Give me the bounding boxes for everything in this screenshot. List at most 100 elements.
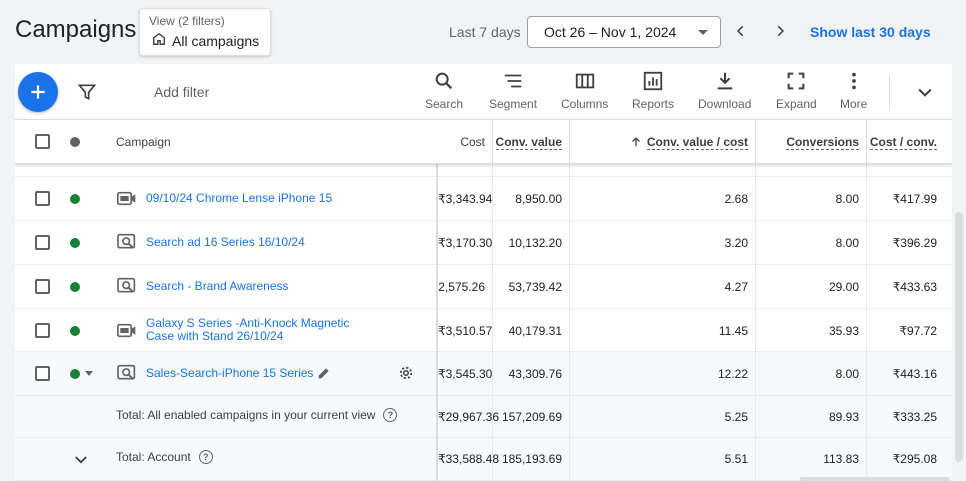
show-last-30-days-link[interactable]: Show last 30 days [810, 24, 931, 40]
cost-conv-cell: ₹417.99 [892, 192, 937, 206]
campaign-name-link[interactable]: Sales-Search-iPhone 15 Series [146, 367, 313, 380]
total-view-label: Total: All enabled campaigns in your cur… [116, 408, 376, 422]
conversions-cell: 8.00 [835, 192, 859, 206]
cost-conv-column-header[interactable]: Cost / conv. [867, 120, 937, 164]
help-icon[interactable]: ? [198, 450, 213, 464]
total-row-view: Total: All enabled campaigns in your cur… [15, 396, 952, 438]
search-campaign-icon [117, 233, 137, 256]
total-account-label: Total: Account [116, 450, 191, 464]
reports-tool-button[interactable]: Reports [632, 70, 674, 111]
table-row[interactable]: Search ad 16 Series 16/10/24 ₹3,170.30 1… [15, 221, 952, 265]
total-cost-cell: ₹29,967.36 [438, 410, 500, 424]
help-icon[interactable]: ? [383, 408, 398, 422]
total-cost-cell: ₹33,588.48 [438, 452, 500, 466]
total-conv-value-cell: 157,209.69 [501, 410, 562, 424]
table-row-partial [15, 164, 952, 177]
table-row[interactable]: 09/10/24 Chrome Lense iPhone 15 ₹3,343.9… [15, 177, 952, 221]
chevron-down-icon [918, 88, 932, 97]
add-filter-button[interactable]: Add filter [154, 84, 209, 100]
row-checkbox[interactable] [35, 191, 50, 206]
campaign-name-link[interactable]: Search ad 16 Series 16/10/24 [146, 236, 305, 249]
gear-icon[interactable] [397, 364, 415, 387]
toolbar-divider [889, 76, 890, 110]
column-divider [492, 164, 493, 481]
conversions-column-header[interactable]: Conversions [756, 120, 859, 164]
cost-column-header[interactable]: Cost [436, 120, 485, 164]
campaign-name-link[interactable]: 09/10/24 Chrome Lense iPhone 15 [146, 192, 332, 205]
conv-value-cell: 43,309.76 [508, 367, 562, 381]
campaign-name-link[interactable]: Search - Brand Awareness [146, 280, 289, 293]
row-checkbox[interactable] [35, 235, 50, 250]
conv-value-cost-cell: 12.22 [717, 367, 748, 381]
total-cost-conv-cell: ₹333.25 [892, 410, 937, 424]
page-header: Campaigns View (2 filters) All campaigns… [0, 0, 966, 64]
conv-value-cost-cell: 11.45 [718, 324, 748, 338]
conv-value-column-header[interactable]: Conv. value [493, 120, 562, 164]
cost-conv-cell: ₹443.16 [892, 367, 937, 381]
video-campaign-icon [117, 190, 137, 212]
previous-period-button[interactable] [730, 20, 752, 42]
expand-tool-label: Expand [776, 97, 817, 111]
search-campaign-icon [117, 364, 137, 387]
add-campaign-button[interactable] [18, 72, 58, 112]
home-icon [152, 32, 166, 49]
conv-value-cost-column-header[interactable]: Conv. value / cost [570, 120, 748, 164]
campaign-name-line-2: Case with Stand 26/10/24 [146, 329, 284, 343]
select-all-checkbox[interactable] [35, 134, 50, 149]
more-tool-button[interactable]: More [840, 70, 867, 111]
download-tool-button[interactable]: Download [698, 70, 751, 111]
edit-icon[interactable] [316, 365, 332, 386]
table-row[interactable]: Galaxy S Series -Anti-Knock Magnetic Cas… [15, 309, 952, 352]
status-dropdown-icon[interactable] [85, 371, 93, 376]
conv-value-cost-cell: 4.27 [724, 280, 748, 294]
cost-conv-cell: ₹97.72 [899, 324, 937, 338]
conv-value-cell: 40,179.31 [508, 324, 562, 338]
search-icon [435, 72, 453, 90]
conv-value-cell: 10,132.20 [508, 236, 562, 250]
date-range-picker[interactable]: Oct 26 – Nov 1, 2024 [527, 16, 721, 48]
chevron-left-icon [737, 25, 744, 37]
search-tool-label: Search [425, 97, 464, 111]
reports-tool-label: Reports [632, 97, 675, 111]
date-range-value: Oct 26 – Nov 1, 2024 [544, 24, 677, 40]
row-checkbox[interactable] [35, 323, 50, 338]
search-tool-button[interactable]: Search [425, 70, 463, 111]
conversions-cell: 8.00 [835, 367, 859, 381]
cost-conv-cell: ₹433.63 [892, 280, 937, 294]
cost-cell: ₹3,170.30 [438, 236, 493, 250]
segment-tool-button[interactable]: Segment [489, 70, 537, 111]
filter-icon[interactable] [77, 82, 97, 107]
enabled-status-dot [70, 238, 80, 248]
horizontal-scrollbar-thumb[interactable] [800, 477, 950, 481]
cost-conv-cell: ₹396.29 [892, 236, 937, 250]
collapse-toolbar-button[interactable] [915, 82, 935, 107]
columns-tool-label: Columns [561, 97, 609, 111]
next-period-button[interactable] [769, 20, 791, 42]
expand-tool-button[interactable]: Expand [776, 70, 817, 111]
conv-value-header-label: Conv. value [495, 134, 562, 150]
row-checkbox[interactable] [35, 366, 50, 381]
campaign-name-link[interactable]: Galaxy S Series -Anti-Knock Magnetic Cas… [146, 317, 349, 343]
row-checkbox[interactable] [35, 279, 50, 294]
column-divider [569, 164, 570, 481]
enabled-status-dot [70, 194, 80, 204]
campaigns-page: Campaigns View (2 filters) All campaigns… [0, 0, 966, 481]
dropdown-caret-icon [698, 30, 708, 35]
view-selector[interactable]: View (2 filters) All campaigns [139, 8, 271, 56]
table-row[interactable]: Search - Brand Awareness ₹12,575.26 53,7… [15, 265, 952, 309]
scrollbar-thumb[interactable] [955, 212, 963, 462]
columns-icon [575, 73, 594, 89]
expand-icon [788, 72, 805, 90]
cost-cell: ₹3,545.30 [438, 367, 493, 381]
page-title: Campaigns [15, 16, 137, 43]
conv-value-cost-cell: 2.68 [724, 192, 748, 206]
view-name: All campaigns [172, 32, 260, 49]
plus-icon [31, 85, 45, 99]
chevron-down-icon[interactable] [72, 451, 90, 474]
total-conversions-cell: 113.83 [823, 452, 859, 466]
columns-tool-button[interactable]: Columns [561, 70, 608, 111]
status-column-icon [70, 137, 80, 147]
campaign-column-header[interactable]: Campaign [116, 120, 171, 164]
table-row[interactable]: Sales-Search-iPhone 15 Series ₹3,545.30 … [15, 352, 952, 396]
vertical-scrollbar[interactable] [952, 120, 966, 481]
